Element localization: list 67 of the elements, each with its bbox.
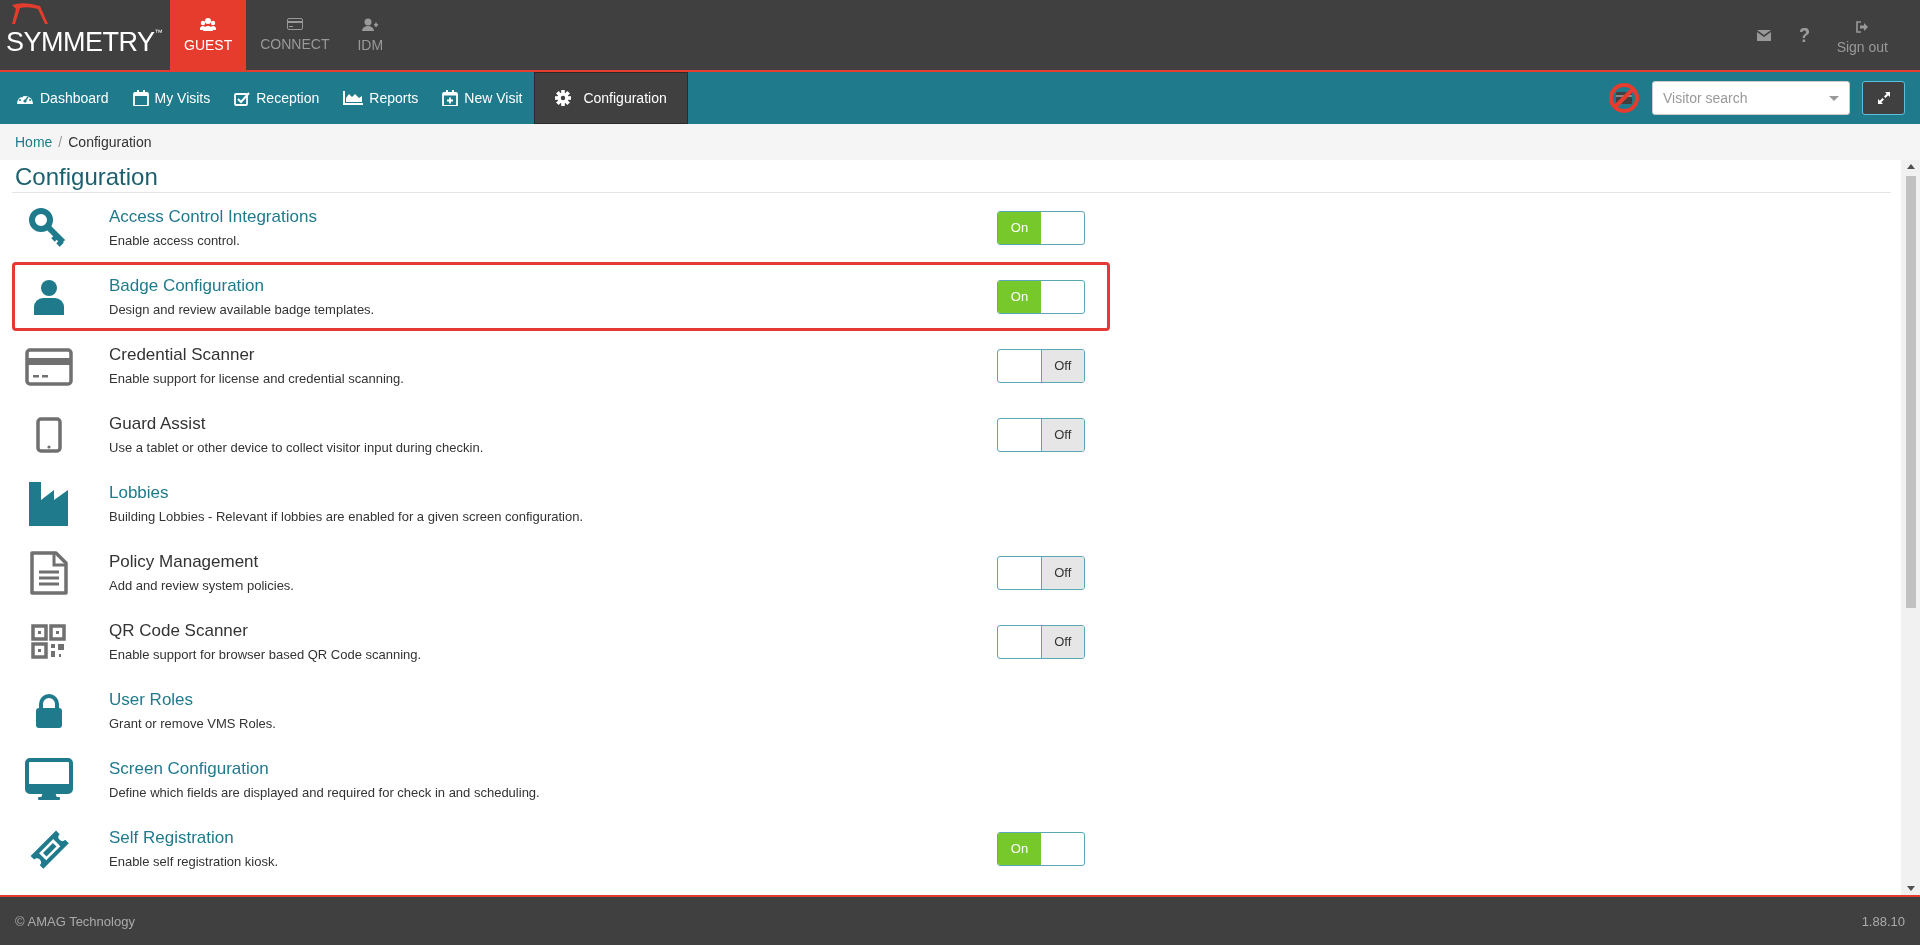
setting-description: Enable access control. xyxy=(109,233,241,248)
setting-description: Design and review available badge templates. xyxy=(109,302,376,317)
checkbox-icon xyxy=(234,90,251,106)
toggle-switch[interactable]: Off xyxy=(997,348,1085,383)
visitor-search-field[interactable]: Visitor search xyxy=(1652,81,1850,115)
setting-title[interactable]: Badge Configuration xyxy=(109,276,264,296)
setting-title[interactable]: Screen Configuration xyxy=(109,759,269,779)
card-icon xyxy=(286,18,303,30)
setting-description: Enable self registration kiosk. xyxy=(109,854,280,869)
sign-out-icon xyxy=(1856,21,1869,33)
setting-description: Grant or remove VMS Roles. xyxy=(109,716,277,731)
group-icon xyxy=(200,17,217,31)
scroll-down-icon[interactable] xyxy=(1906,886,1915,891)
setting-title[interactable]: Guard Assist xyxy=(109,414,206,434)
gear-icon xyxy=(555,90,572,106)
app-tab[interactable]: CONNECT xyxy=(246,0,344,70)
factory-icon xyxy=(29,481,69,526)
area-chart-icon xyxy=(343,91,364,105)
expand-icon xyxy=(1877,92,1890,104)
tablet-icon xyxy=(34,416,64,453)
toggle-switch[interactable]: Off xyxy=(997,555,1085,590)
page-title: Configuration xyxy=(12,160,1891,193)
monitor-icon xyxy=(25,758,73,801)
setting-title[interactable]: QR Code Scanner xyxy=(109,621,248,641)
sign-out-link[interactable]: Sign out xyxy=(1836,15,1888,55)
breadcrumb-current: Configuration xyxy=(68,134,152,150)
nav-tab[interactable]: New Visit xyxy=(430,72,535,124)
setting-title[interactable]: User Roles xyxy=(109,690,194,710)
user-plus-icon xyxy=(362,17,379,31)
setting-description: Building Lobbies - Relevant if lobbies are enabled for a given screen configuration. xyxy=(109,509,585,524)
no-card-icon xyxy=(1608,82,1640,114)
nav-tab[interactable]: My Visits xyxy=(120,72,223,124)
nav-tab[interactable]: Dashboard xyxy=(4,72,121,124)
nav-tab[interactable]: Reports xyxy=(331,72,431,124)
trademark-sign: ™ xyxy=(154,28,163,37)
app-tab[interactable]: GUEST xyxy=(170,0,247,70)
copyright-text: © AMAG Technology xyxy=(15,913,135,929)
setting-description: Enable support for license and credential scanning. xyxy=(109,371,405,386)
setting-description: Add and review system policies. xyxy=(109,578,295,593)
setting-description: Use a tablet or other device to collect visitor input during checkin. xyxy=(109,440,485,455)
expand-button[interactable] xyxy=(1862,81,1905,115)
caret-icon xyxy=(1829,95,1839,101)
calendar-icon xyxy=(132,90,149,106)
setting-title[interactable]: Self Registration xyxy=(109,828,234,848)
setting-title[interactable]: Policy Management xyxy=(109,552,259,572)
setting-title[interactable]: Credential Scanner xyxy=(109,345,255,365)
setting-description: Enable support for browser based QR Code scanning. xyxy=(109,647,423,662)
breadcrumb-link[interactable]: Home xyxy=(15,134,53,150)
version-text: 1.88.10 xyxy=(1861,913,1905,929)
nav-tab[interactable]: Reception xyxy=(222,72,332,124)
breadcrumb-separator: / xyxy=(57,134,64,150)
nav-tab[interactable]: Configuration xyxy=(534,72,688,124)
qr-code-icon xyxy=(31,623,67,660)
ticket-icon xyxy=(29,828,69,869)
setting-title[interactable]: Access Control Integrations xyxy=(109,207,317,227)
toggle-switch[interactable]: Off xyxy=(997,624,1085,659)
setting-title[interactable]: Lobbies xyxy=(109,483,169,503)
scrollbar[interactable] xyxy=(1901,160,1920,895)
mail-icon[interactable] xyxy=(1756,29,1771,41)
app-tab[interactable]: IDM xyxy=(343,0,398,70)
help-icon[interactable] xyxy=(1798,28,1809,42)
document-icon xyxy=(30,550,68,595)
logo-text: SYMMETRY xyxy=(6,29,155,56)
scroll-up-icon[interactable] xyxy=(1906,164,1915,169)
setting-description: Define which fields are displayed and required for check in and scheduling. xyxy=(109,785,541,800)
calendar-plus-icon xyxy=(442,90,459,106)
toggle-switch[interactable]: Off xyxy=(997,417,1085,452)
